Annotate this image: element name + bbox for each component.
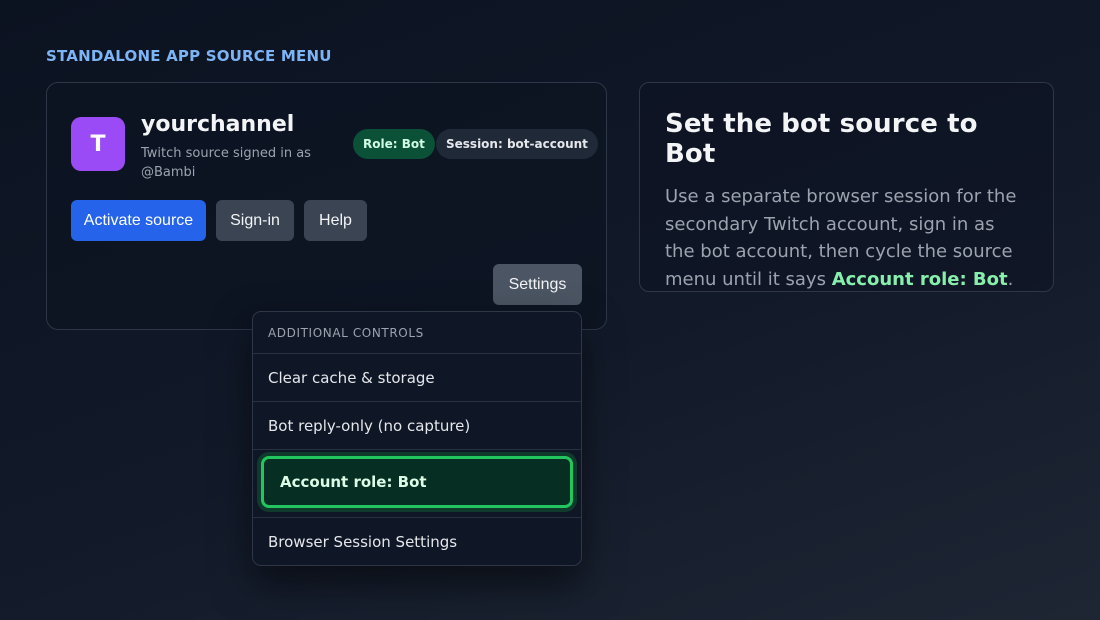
role-badge: Role: Bot [353,129,435,159]
instructions-title: Set the bot source to Bot [665,109,978,169]
section-label: STANDALONE APP SOURCE MENU [46,47,332,65]
settings-dropdown-menu: ADDITIONAL CONTROLS Clear cache & storag… [252,311,582,566]
channel-name: yourchannel [141,112,295,137]
menu-item-bot-reply-only[interactable]: Bot reply-only (no capture) [253,402,581,450]
activate-source-button[interactable]: Activate source [71,200,206,241]
source-card: T yourchannel Twitch source signed in as… [46,82,607,330]
channel-avatar: T [71,117,125,171]
help-button[interactable]: Help [304,200,367,241]
menu-item-account-role-wrap: Account role: Bot [253,450,581,518]
settings-button[interactable]: Settings [493,264,582,305]
dropdown-header: ADDITIONAL CONTROLS [253,312,581,354]
menu-item-browser-session-settings[interactable]: Browser Session Settings [253,518,581,565]
instructions-end: . [1007,268,1014,290]
menu-item-account-role[interactable]: Account role: Bot [261,456,573,508]
menu-item-clear-cache[interactable]: Clear cache & storage [253,354,581,402]
session-badge: Session: bot-account [436,129,598,159]
channel-subtitle: Twitch source signed in as @Bambi [141,146,311,180]
instructions-body: Use a separate browser session for the s… [665,183,1029,293]
instructions-highlight: Account role: Bot [831,268,1008,290]
instructions-card: Set the bot source to Bot Use a separate… [639,82,1054,292]
sign-in-button[interactable]: Sign-in [216,200,294,241]
